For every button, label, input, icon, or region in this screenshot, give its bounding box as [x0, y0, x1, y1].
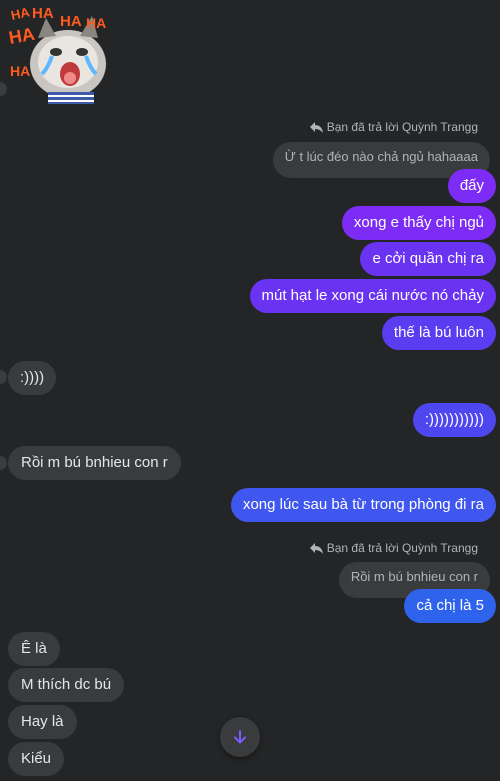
arrow-down-icon: [234, 730, 246, 744]
laughing-cat-sticker[interactable]: HA HA HA HA HA HA: [8, 4, 108, 104]
reply-header: Bạn đã trả lời Quỳnh Trangg: [309, 541, 478, 555]
incoming-message[interactable]: M thích dc bú: [8, 668, 125, 702]
incoming-message[interactable]: Ê là: [8, 632, 60, 666]
sticker-lettering: HA: [10, 63, 30, 79]
sticker-lettering: HA: [86, 15, 106, 31]
incoming-message[interactable]: Rồi m bú bnhieu con r: [8, 446, 181, 480]
outgoing-message[interactable]: đấy: [447, 169, 496, 203]
reply-header-text: Bạn đã trả lời Quỳnh Trangg: [326, 541, 478, 555]
incoming-message[interactable]: :)))): [8, 361, 57, 395]
incoming-message[interactable]: Kiểu: [8, 742, 65, 776]
reply-arrow-icon: [309, 121, 323, 133]
sticker-lettering: HA: [60, 13, 82, 30]
outgoing-message[interactable]: :))))))))))): [412, 403, 496, 437]
outgoing-message[interactable]: xong e thấy chị ngủ: [341, 206, 496, 240]
sender-avatar: [0, 370, 7, 384]
outgoing-message[interactable]: xong lúc sau bà từ trong phòng đi ra: [230, 488, 496, 522]
incoming-message[interactable]: Hay là: [8, 705, 77, 739]
cat-sticker-image: HA HA HA HA HA HA: [8, 4, 108, 104]
scroll-to-bottom-button[interactable]: [220, 717, 260, 757]
outgoing-message[interactable]: mút hạt le xong cái nước nó chảy: [249, 279, 496, 313]
outgoing-message[interactable]: e cởi quần chị ra: [360, 242, 496, 276]
outgoing-message[interactable]: cả chị là 5: [404, 589, 496, 623]
outgoing-message[interactable]: thế là bú luôn: [381, 316, 496, 350]
reply-arrow-icon: [309, 542, 323, 554]
reply-header: Bạn đã trả lời Quỳnh Trangg: [309, 120, 478, 134]
sticker-lettering: HA: [32, 5, 54, 22]
reply-header-text: Bạn đã trả lời Quỳnh Trangg: [326, 120, 478, 134]
sender-avatar: [0, 82, 7, 96]
sender-avatar: [0, 456, 7, 470]
